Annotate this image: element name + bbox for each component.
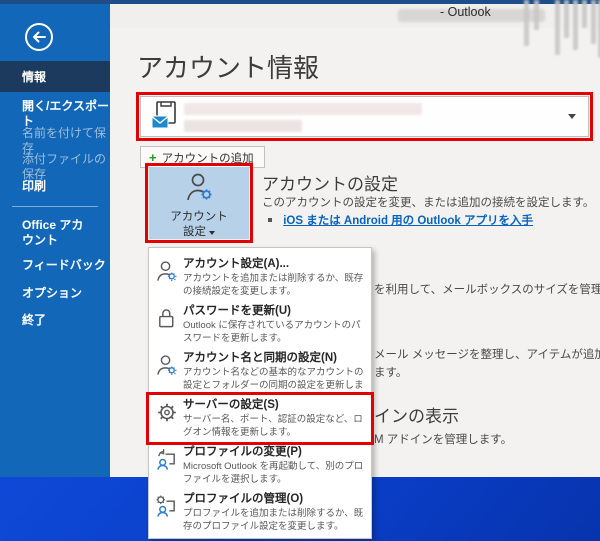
lock-icon bbox=[155, 304, 183, 348]
switch-profile-icon bbox=[155, 445, 183, 489]
get-outlook-app-link[interactable]: iOS または Android 用の Outlook アプリを入手 bbox=[283, 215, 533, 227]
get-outlook-app-row: iOS または Android 用の Outlook アプリを入手 bbox=[268, 212, 533, 228]
account-settings-section-description: このアカウントの設定を変更、または追加の接続を設定します。 bbox=[262, 194, 594, 210]
menu-item-change-profile[interactable]: プロファイルの変更(P) Microsoft Outlook を再起動して、別の… bbox=[149, 442, 371, 489]
addins-text-fragment: M アドインを管理します。 bbox=[374, 431, 512, 447]
rules-alerts-text-fragment2: ます。 bbox=[374, 364, 407, 380]
person-gear-icon bbox=[155, 351, 183, 395]
add-account-label: アカウントの追加 bbox=[162, 153, 254, 165]
menu-item-label: プロファイルの管理(O) bbox=[183, 492, 367, 507]
page-title: アカウント情報 bbox=[137, 48, 319, 85]
mailbox-cleanup-text-fragment: を利用して、メールボックスのサイズを管理します。 bbox=[374, 281, 600, 297]
menu-item-description: プロファイルを追加または削除するか、既存のプロファイル設定を変更します。 bbox=[183, 507, 367, 534]
menu-item-description: アカウントを追加または削除するか、既存の接続設定を変更します。 bbox=[183, 272, 367, 299]
person-gear-icon bbox=[182, 190, 216, 207]
redacted-email-blur bbox=[184, 103, 422, 115]
sidebar-item-feedback[interactable]: フィードバック bbox=[0, 258, 110, 273]
rules-alerts-text-fragment: メール メッセージを整理し、アイテムが追加、変更、または bbox=[374, 346, 600, 362]
menu-item-description: サーバー名、ポート、認証の設定など、ログオン情報を更新します。 bbox=[183, 413, 367, 440]
backstage-sidebar: 情報 開く/エクスポート 名前を付けて保存 添付ファイルの保存 印刷 Offic… bbox=[0, 4, 110, 477]
menu-item-account-name-sync[interactable]: アカウント名と同期の設定(N) アカウント名などの基本的なアカウントの設定とフォ… bbox=[149, 348, 371, 395]
account-settings-button-label: アカウント 設定 bbox=[149, 210, 249, 240]
redacted-account-type-blur bbox=[184, 120, 302, 132]
window-title: - Outlook bbox=[440, 5, 491, 19]
menu-item-label: アカウント名と同期の設定(N) bbox=[183, 351, 367, 366]
sidebar-item-options[interactable]: オプション bbox=[0, 286, 110, 301]
sidebar-item-exit[interactable]: 終了 bbox=[0, 313, 110, 328]
chevron-down-icon bbox=[209, 231, 215, 235]
manage-profiles-icon bbox=[155, 492, 183, 536]
menu-item-description: Outlook に保存されているアカウントのパスワードを更新します。 bbox=[183, 319, 367, 346]
menu-item-server-settings[interactable]: サーバーの設定(S) サーバー名、ポート、認証の設定など、ログオン情報を更新しま… bbox=[149, 395, 371, 442]
dropdown-caret-icon bbox=[568, 114, 576, 119]
menu-item-label: パスワードを更新(U) bbox=[183, 304, 367, 319]
sidebar-item-open-export[interactable]: 開く/エクスポート bbox=[0, 99, 110, 129]
add-account-button[interactable]: + アカウントの追加 bbox=[140, 146, 265, 168]
account-settings-section-heading: アカウントの設定 bbox=[262, 170, 398, 195]
menu-item-manage-profiles[interactable]: プロファイルの管理(O) プロファイルを追加または削除するか、既存のプロファイル… bbox=[149, 489, 371, 536]
menu-item-label: プロファイルの変更(P) bbox=[183, 445, 367, 460]
menu-item-update-password[interactable]: パスワードを更新(U) Outlook に保存されているアカウントのパスワードを… bbox=[149, 301, 371, 348]
menu-item-description: Microsoft Outlook を再起動して、別のプロファイルを選択します。 bbox=[183, 460, 367, 487]
gear-icon bbox=[155, 398, 183, 442]
sidebar-divider bbox=[12, 206, 98, 207]
sidebar-item-print[interactable]: 印刷 bbox=[0, 179, 110, 194]
back-arrow-icon bbox=[24, 22, 54, 52]
menu-item-description: アカウント名などの基本的なアカウントの設定とフォルダーの同期の設定を更新します。 bbox=[183, 366, 367, 395]
addins-heading-fragment: インの表示 bbox=[374, 402, 459, 427]
back-button[interactable] bbox=[24, 22, 54, 52]
bullet-icon bbox=[268, 218, 272, 222]
sidebar-item-office-account[interactable]: Office アカウント bbox=[0, 218, 90, 248]
account-settings-dropdown-menu: アカウント設定(A)... アカウントを追加または削除するか、既存の接続設定を変… bbox=[148, 247, 372, 539]
menu-item-account-settings[interactable]: アカウント設定(A)... アカウントを追加または削除するか、既存の接続設定を変… bbox=[149, 254, 371, 301]
menu-item-label: アカウント設定(A)... bbox=[183, 257, 367, 272]
sidebar-item-info[interactable]: 情報 bbox=[0, 61, 110, 92]
screen: を利用して、メールボックスのサイズを管理します。 メール メッセージを整理し、ア… bbox=[0, 0, 600, 541]
account-selector-dropdown[interactable] bbox=[140, 96, 589, 137]
account-settings-button[interactable]: アカウント 設定 bbox=[149, 167, 249, 239]
menu-item-label: サーバーの設定(S) bbox=[183, 398, 367, 413]
mailbox-icon bbox=[149, 100, 179, 139]
person-gear-icon bbox=[155, 257, 183, 301]
sidebar-item-save-attachments[interactable]: 添付ファイルの保存 bbox=[0, 152, 110, 182]
plus-icon: + bbox=[149, 150, 157, 165]
